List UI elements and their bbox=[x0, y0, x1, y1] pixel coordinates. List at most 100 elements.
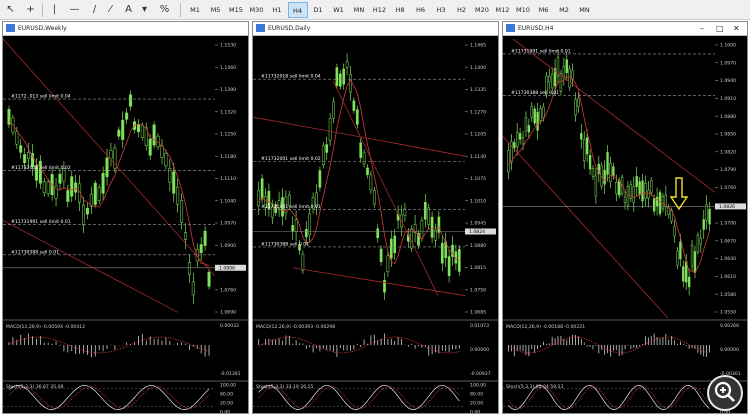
price-tick-label: 1.1075 bbox=[470, 176, 486, 182]
candle-body bbox=[420, 220, 424, 239]
candle-body bbox=[172, 171, 176, 194]
window-title: EURUSD,Weekly bbox=[18, 25, 67, 32]
order-line-label: #11730388 sell 0.01 bbox=[261, 241, 309, 247]
price-tick-label: 1.0880 bbox=[470, 243, 486, 249]
macd-scale-label: 0.00032 bbox=[220, 323, 239, 329]
order-line-label: #1172..013 sell limit 0.04 bbox=[11, 94, 71, 100]
close-button[interactable]: ✕ bbox=[733, 22, 740, 35]
timeframe-button-m15[interactable]: M15 bbox=[226, 2, 246, 18]
price-tick-label: 1.0900 bbox=[220, 243, 236, 249]
horizontal-line-icon[interactable]: — bbox=[68, 3, 81, 16]
timeframe-button-h2[interactable]: H2 bbox=[452, 2, 472, 18]
candle-body bbox=[183, 232, 188, 240]
objects-icon[interactable]: ▾ bbox=[138, 3, 151, 16]
candle-body bbox=[516, 132, 519, 147]
price-tick-label: 1.1390 bbox=[220, 87, 236, 93]
percent-icon[interactable]: % bbox=[158, 3, 171, 16]
timeframe-button-mn[interactable]: MN bbox=[575, 2, 595, 18]
timeframe-button-w1[interactable]: W1 bbox=[329, 2, 349, 18]
macd-scale-label: -0.00937 bbox=[470, 371, 491, 377]
candle-body bbox=[591, 168, 595, 177]
timeframe-button-h12[interactable]: H12 bbox=[370, 2, 390, 18]
candle-body bbox=[101, 172, 105, 194]
candle-body bbox=[539, 108, 542, 121]
stochastic-label: Stoch(5,3,3) 36.87 35.08 bbox=[6, 384, 64, 390]
window-title-bar[interactable]: EURUSD,Daily bbox=[253, 22, 498, 36]
window-title-bar[interactable]: EURUSD,H4 – □ ✕ bbox=[503, 22, 747, 36]
text-icon[interactable]: A bbox=[122, 3, 135, 16]
zoom-magnifier-icon[interactable] bbox=[707, 375, 743, 411]
timeframe-button-h6[interactable]: H6 bbox=[411, 2, 431, 18]
candle-body bbox=[121, 119, 125, 140]
candle-body bbox=[618, 180, 621, 196]
window-title-bar[interactable]: EURUSD,Weekly bbox=[3, 22, 248, 36]
candle-body bbox=[606, 152, 609, 175]
macd-label: MACD(12,26,9) -0.00188 -0.00221 bbox=[506, 324, 585, 330]
candle-body bbox=[530, 106, 533, 118]
timeframe-button-m20[interactable]: M20 bbox=[472, 2, 492, 18]
candle-body bbox=[565, 59, 568, 73]
candle-body bbox=[542, 106, 545, 118]
vertical-line-icon[interactable]: | bbox=[48, 3, 61, 16]
chart-window-daily[interactable]: EURUSD,Daily 1.1465 1.1400 1.1335 1.1270 1.1… bbox=[252, 21, 499, 414]
chart-window-weekly[interactable]: EURUSD,Weekly 1.1530 1.1460 1.1390 1.1320 1.… bbox=[2, 21, 249, 414]
candle-body bbox=[702, 219, 705, 230]
timeframe-button-d1[interactable]: D1 bbox=[308, 2, 328, 18]
candle-body bbox=[66, 190, 70, 202]
timeframe-button-m30[interactable]: M30 bbox=[247, 2, 267, 18]
current-price-label: 1.0824 bbox=[469, 229, 485, 235]
candle-body bbox=[383, 280, 386, 293]
candle-body bbox=[257, 190, 261, 207]
price-tick-label: 1.0685 bbox=[470, 310, 486, 316]
candle-body bbox=[15, 131, 19, 145]
crosshair-icon[interactable]: + bbox=[24, 3, 37, 16]
chart-canvas[interactable]: 1.1465 1.1400 1.1335 1.1270 1.1205 1.1140 1.10… bbox=[253, 36, 498, 414]
timeframe-button-m12[interactable]: M12 bbox=[493, 2, 513, 18]
macd-label: MACD(12,26,9) -0.00393 -0.00298 bbox=[256, 324, 335, 330]
timeframe-button-h4[interactable]: H4 bbox=[287, 2, 308, 18]
channel-icon[interactable]: ⁄ bbox=[104, 3, 117, 16]
candle-body bbox=[430, 216, 434, 238]
price-tick-label: 1.1320 bbox=[220, 109, 236, 115]
macd-scale-label: 0.00266 bbox=[720, 323, 739, 329]
candle-body bbox=[550, 73, 554, 89]
price-tick-label: 1.0970 bbox=[220, 221, 236, 227]
timeframe-button-m1[interactable]: M1 bbox=[185, 2, 205, 18]
order-line-label: #11730388 sell 0.01 bbox=[511, 90, 559, 96]
minimize-button[interactable]: – bbox=[700, 22, 704, 35]
candle-body bbox=[518, 133, 522, 140]
maximize-button[interactable]: □ bbox=[716, 22, 724, 35]
stochastic-scale-label: 80.00 bbox=[220, 392, 233, 398]
candle-body bbox=[176, 186, 180, 205]
candle-body bbox=[676, 250, 679, 266]
candle-body bbox=[321, 145, 325, 165]
timeframe-button-h3[interactable]: H3 bbox=[431, 2, 451, 18]
candle-body bbox=[97, 187, 101, 201]
chart-canvas[interactable]: 1.1530 1.1460 1.1390 1.1320 1.1250 1.1180 1.11… bbox=[3, 36, 248, 414]
price-tick-label: 1.1000 bbox=[720, 43, 736, 49]
price-tick-label: 1.0690 bbox=[220, 310, 236, 316]
timeframe-button-mn[interactable]: MN bbox=[349, 2, 369, 18]
order-line-label: #11731991 sell limit 0.01 bbox=[511, 48, 571, 54]
cursor-icon[interactable]: ↖ bbox=[4, 3, 17, 16]
chart-canvas[interactable]: 1.1000 1.0970 1.0940 1.0910 1.0880 1.0850 1.08… bbox=[503, 36, 747, 414]
price-tick-label: 1.0760 bbox=[720, 185, 736, 191]
timeframe-button-m5[interactable]: M5 bbox=[206, 2, 226, 18]
timeframe-button-h1[interactable]: H1 bbox=[267, 2, 287, 18]
timeframe-button-m2[interactable]: M2 bbox=[554, 2, 574, 18]
chart-window-h4[interactable]: EURUSD,H4 – □ ✕ 1.1000 1.0970 1.0940 1.0910… bbox=[502, 21, 748, 414]
toolbar: ↖ + | — / ⁄ A ▾ % M1 M5 M15 M30 H1 H4 D1 W1 MN H1… bbox=[0, 0, 750, 20]
timeframe-button-m10[interactable]: M10 bbox=[513, 2, 533, 18]
trendline-icon[interactable]: / bbox=[88, 3, 101, 16]
candle-body bbox=[81, 204, 86, 226]
candle-body bbox=[325, 144, 329, 153]
candle-body bbox=[164, 153, 168, 167]
candle-body bbox=[577, 98, 580, 108]
candle-body bbox=[410, 228, 414, 249]
timeframe-button-h8[interactable]: H8 bbox=[390, 2, 410, 18]
price-tick-label: 1.1270 bbox=[470, 109, 486, 115]
candle-body bbox=[372, 190, 376, 205]
candle-body bbox=[635, 176, 638, 187]
timeframe-button-m6[interactable]: M6 bbox=[534, 2, 554, 18]
candle-body bbox=[355, 109, 359, 125]
